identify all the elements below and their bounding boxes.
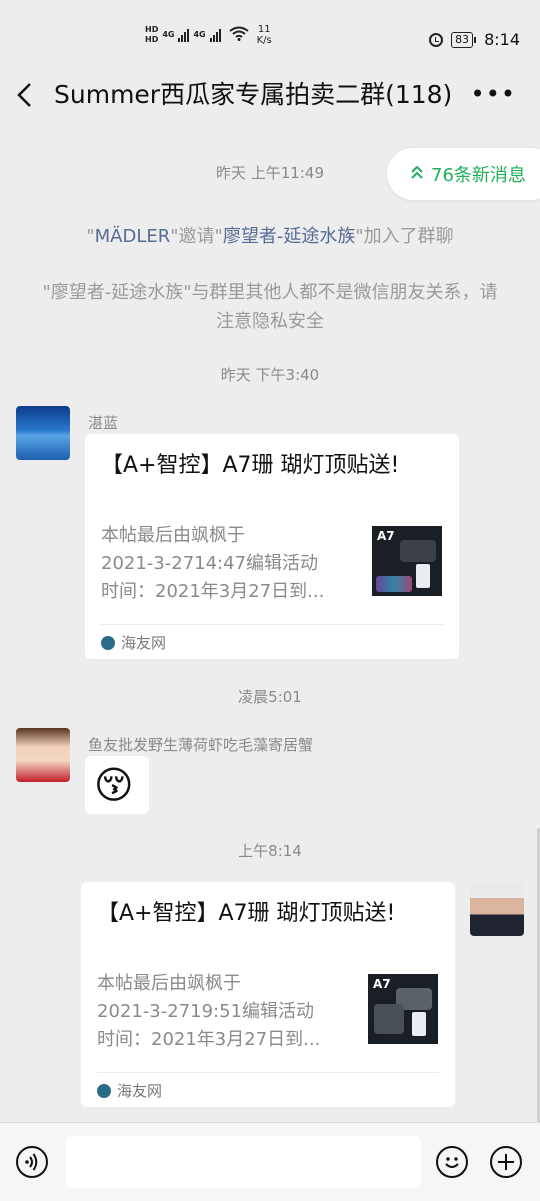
sender-name: 湛蓝 (88, 414, 119, 432)
signal-icon (178, 28, 190, 42)
system-message-privacy: "廖望者-延途水族"与群里其他人都不是微信朋友关系，请注意隐私安全 (42, 282, 498, 332)
source-logo-icon (97, 1083, 111, 1098)
invitee-link[interactable]: 廖望者-延途水族 (223, 226, 356, 247)
plus-icon (498, 1154, 514, 1170)
card-desc-line: 2021-3-2714:47编辑活动 (101, 553, 319, 574)
sender-name: 鱼友批发野生薄荷虾吃毛藻寄居蟹 (88, 736, 314, 754)
chat-title: Summer西瓜家专属拍卖二群(118) (54, 80, 453, 109)
card-desc-line: 时间：2021年3月27日到... (97, 1029, 321, 1050)
card-title: 【A+智控】A7珊 瑚灯顶贴送! (97, 901, 396, 926)
card-thumbnail: A7 (368, 974, 438, 1044)
signal-icon-2 (209, 28, 221, 42)
network-gen-2: 4G (193, 30, 206, 39)
sticker-emoji: 😚 (94, 763, 134, 807)
status-bar: HD HD 4G 4G 11 K/s 83 8:14 (0, 0, 540, 64)
source-name: 海友网 (121, 634, 167, 652)
timestamp: 凌晨5:01 (238, 688, 302, 706)
card-desc-line: 本帖最后由飒枫于 (101, 525, 245, 546)
avatar[interactable] (16, 728, 70, 782)
emoji-icon (445, 1157, 459, 1168)
network-status: HD HD 4G 4G 11 K/s (145, 24, 272, 46)
invite-text: "邀请" (170, 226, 223, 247)
inviter-link[interactable]: MÄDLER (95, 226, 171, 247)
more-button[interactable]: ••• (471, 82, 516, 106)
status-right: 83 8:14 (429, 30, 520, 49)
timestamp: 昨天 下午3:40 (220, 366, 320, 384)
source-logo-icon (101, 635, 115, 650)
battery-level: 83 (451, 31, 474, 48)
back-button[interactable] (16, 82, 38, 108)
input-bar (0, 1122, 540, 1201)
emoji-button[interactable] (436, 1146, 468, 1178)
source-name: 海友网 (117, 1082, 163, 1100)
quote: " (86, 226, 95, 247)
sticker-message[interactable]: 😚 (85, 756, 149, 814)
card-desc-line: 时间：2021年3月27日到... (101, 581, 325, 602)
voice-button[interactable] (16, 1146, 48, 1178)
system-message-invite: "MÄDLER"邀请"廖望者-延途水族"加入了群聊 (40, 222, 500, 251)
card-thumbnail: A7 (372, 526, 442, 596)
chat-header: Summer西瓜家专属拍卖二群(118) ••• (0, 64, 540, 126)
card-divider (97, 1072, 439, 1073)
link-card[interactable]: 【A+智控】A7珊 瑚灯顶贴送! 本帖最后由飒枫于 2021-3-2719:51… (81, 882, 455, 1107)
invite-suffix: "加入了群聊 (355, 226, 454, 247)
clock: 8:14 (484, 30, 520, 49)
card-desc-line: 2021-3-2719:51编辑活动 (97, 1001, 315, 1022)
avatar[interactable] (16, 406, 70, 460)
plus-button[interactable] (490, 1146, 522, 1178)
hd-badge-bottom: HD (145, 35, 159, 44)
timestamp: 上午8:14 (238, 842, 302, 860)
hd-badge-top: HD (145, 25, 159, 34)
timestamp: 昨天 上午11:49 (216, 164, 324, 182)
card-title: 【A+智控】A7珊 瑚灯顶贴送! (101, 453, 400, 478)
net-speed-value: 11 (257, 24, 271, 35)
card-source: 海友网 (101, 632, 166, 653)
card-divider (101, 624, 443, 625)
net-speed: 11 K/s (257, 24, 272, 46)
message-input[interactable] (66, 1136, 421, 1188)
link-card[interactable]: 【A+智控】A7珊 瑚灯顶贴送! 本帖最后由飒枫于 2021-3-2714:47… (85, 434, 459, 659)
card-source: 海友网 (97, 1080, 162, 1101)
wifi-icon (229, 26, 249, 44)
voice-icon (25, 1153, 38, 1171)
avatar-self[interactable] (470, 882, 524, 936)
chevron-left-icon (17, 83, 31, 107)
network-gen-1: 4G (162, 30, 175, 39)
net-speed-unit: K/s (256, 35, 272, 46)
card-desc-line: 本帖最后由飒枫于 (97, 973, 241, 994)
alarm-icon (429, 32, 444, 47)
thumb-label: A7 (377, 529, 395, 543)
thumb-label: A7 (373, 977, 391, 991)
chat-area[interactable]: 76条新消息 昨天 上午11:49 "MÄDLER"邀请"廖望者-延途水族"加入… (0, 126, 540, 1122)
battery-icon: 83 (451, 31, 477, 48)
